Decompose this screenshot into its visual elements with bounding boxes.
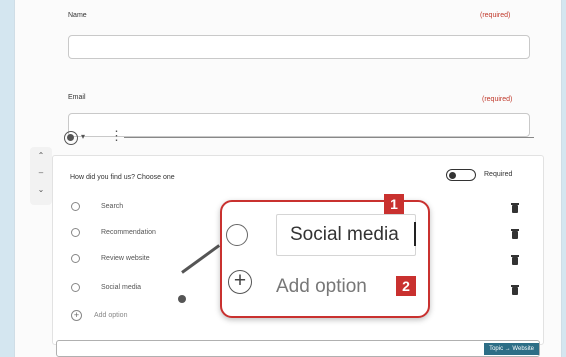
divider-line <box>124 137 534 138</box>
trash-icon[interactable] <box>511 203 519 213</box>
option-radio-icon[interactable] <box>71 202 80 211</box>
name-label: Name <box>68 12 87 19</box>
text-cursor <box>414 222 416 246</box>
step-badge-1: 1 <box>384 194 404 214</box>
drag-handle-icon[interactable]: ⋮ <box>110 128 123 144</box>
email-label: Email <box>68 94 86 101</box>
trash-icon[interactable] <box>511 285 519 295</box>
move-icon[interactable]: – <box>30 164 52 181</box>
callout-anchor-dot <box>178 295 186 303</box>
chevron-up-icon[interactable]: ⌃ <box>30 147 52 164</box>
add-option-link[interactable]: Add option <box>94 312 127 319</box>
option-label: Search <box>101 203 124 210</box>
add-option-icon[interactable]: + <box>71 310 82 321</box>
field-toolbar: ▾ ⋮ <box>64 128 534 148</box>
option-radio-icon[interactable] <box>71 254 80 263</box>
add-option-icon[interactable]: + <box>228 270 252 294</box>
required-toggle-label: Required <box>484 171 513 178</box>
trash-icon[interactable] <box>511 229 519 239</box>
option-label: Social media <box>101 284 142 291</box>
option-radio-icon[interactable] <box>226 224 248 246</box>
reorder-controls: ⌃ – ⌄ <box>30 147 52 205</box>
radio-type-icon[interactable] <box>64 131 78 145</box>
option-radio-icon[interactable] <box>71 228 80 237</box>
name-field[interactable] <box>68 35 530 59</box>
add-option-button[interactable]: Add option <box>276 276 367 298</box>
question-title: How did you find us? Choose one <box>70 174 175 181</box>
option-text-value: Social media <box>290 224 399 245</box>
name-required-label: (required) <box>480 12 511 19</box>
trash-icon[interactable] <box>511 255 519 265</box>
option-radio-icon[interactable] <box>71 283 80 292</box>
chevron-down-icon[interactable]: ⌄ <box>30 181 52 198</box>
chevron-down-icon[interactable]: ▾ <box>81 132 85 141</box>
option-label: Recommendation <box>101 229 156 236</box>
step-badge-2: 2 <box>396 276 416 296</box>
next-question-field[interactable]: Topic → Website <box>56 340 540 357</box>
email-required-label: (required) <box>482 96 513 103</box>
topic-tag: Topic → Website <box>484 343 539 355</box>
option-label: Review website <box>101 255 150 262</box>
required-toggle[interactable] <box>446 169 476 181</box>
